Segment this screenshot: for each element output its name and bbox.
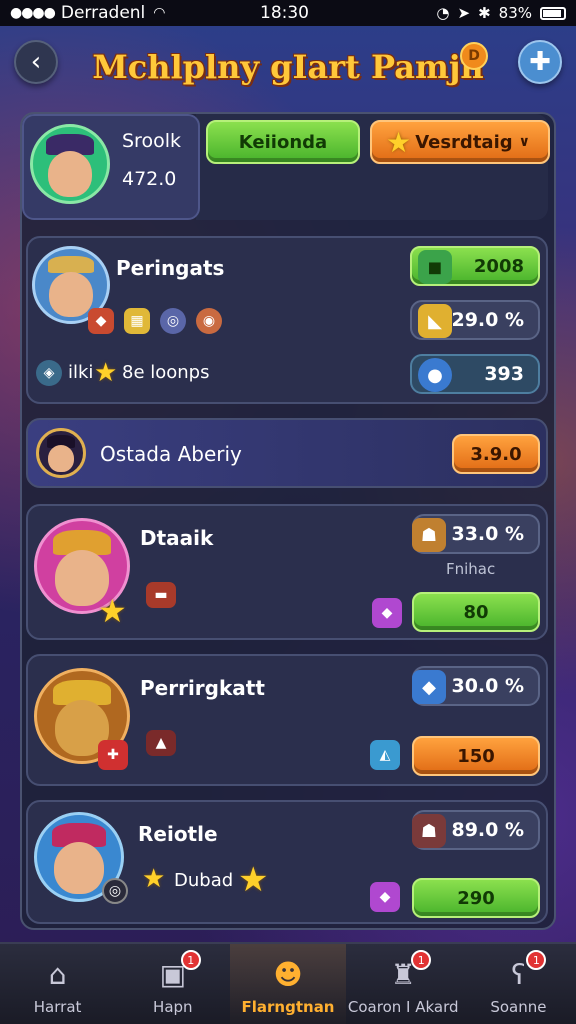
star-icon: ★ [238,860,269,900]
gem-icon: ◆ [372,598,402,628]
wifi-icon: ◠ [153,5,166,21]
crystal-icon: ◭ [370,740,400,770]
item-icon: ◆ [88,308,114,334]
page-title: Mchlplny gIart Pamjn [92,48,484,86]
share-button[interactable]: ✚ [518,40,562,84]
mask-icon: ◣ [418,304,452,338]
line-text: ilki [68,362,94,383]
nav-item-map[interactable]: ▣ 1 Hapn [115,944,230,1024]
carrier-name: Derradenl [60,3,146,23]
stat-pill-primary: 80 [412,592,540,632]
map-icon: ▣ 1 [153,950,201,992]
bear-icon: ʕ 1 [498,950,547,992]
trophy-icon: ◼ [418,250,452,284]
card-avatar [36,428,86,478]
primary-action-button[interactable]: Keiionda [206,120,360,164]
gem-icon: ◈ [36,360,62,386]
nav-item-home[interactable]: ⌂ Harrat [0,944,115,1024]
bluetooth-icon: ✱ [478,4,491,22]
stat-sublabel: Fnihac [446,560,496,578]
notification-badge: 1 [526,950,547,970]
leaderboard-card-5[interactable]: ◎ Reiotle ★ Dubad ★ ☗ 89.0 % ◆ 290 [26,800,548,924]
puzzle-icon: ✚ [529,47,551,77]
status-bar: ●●●● Derradenl ◠ 18:30 ◔ ➤ ✱ 83% [0,0,576,26]
chest-icon: ▬ [146,582,176,608]
leaderboard-card-1[interactable]: Peringats ◆ ▦ ◎ ◉ ◈ ilki ★ 8e loonps ◼ 2… [26,236,548,404]
star-icon: ★ [94,358,118,388]
star-icon: ★ [142,864,166,894]
signal-icon: ●●●● [10,5,56,21]
card-title: Peringats [116,256,225,280]
chevron-down-icon: ∨ [518,134,530,150]
gift-icon: ✚ [98,740,128,770]
badge-icon: ◎ [102,878,128,904]
secondary-action-button[interactable]: ★ Vesrdtaig ∨ [370,120,550,164]
stat-pill-percent: ☗ 89.0 % [412,810,540,850]
stat-pill-primary: ◼ 2008 [410,246,540,286]
player-score: 472.0 [122,168,177,190]
line-text-2: 8e loonps [122,362,210,383]
line-text: Dubad [174,870,234,891]
chest-icon: ▲ [146,730,176,756]
card-title: Perrirgkatt [140,676,265,700]
card-title: Reiotle [138,822,218,846]
stat-pill-primary: 290 [412,878,540,918]
battery-icon [540,6,566,20]
nav-item-robot[interactable]: ♜ 1 Coaron I Akard [346,944,461,1024]
notification-badge: 1 [411,950,432,970]
leaderboard-card-3[interactable]: ★ Dtaaik ▬ ☗ 33.0 % Fnihac ◆ 80 [26,504,548,640]
stat-pill-percent: ◣ 29.0 % [410,300,540,340]
notification-badge: 1 [180,950,201,970]
star-icon: ★ [98,592,127,630]
shield-icon: ◉ [196,308,222,334]
creature-icon: ☗ [412,814,446,848]
header: ‹ Mchlplny gIart Pamjn D ✚ [0,34,576,94]
orb-icon: ● [418,358,452,392]
coin-icon: D [460,42,488,70]
creature-icon: ◆ [412,670,446,704]
leaderboard-card-4[interactable]: ✚ Perrirgkatt ▲ ◆ 30.0 % ◭ 150 [26,654,548,786]
alarm-icon: ◔ [436,4,450,22]
star-icon: ★ [386,126,412,159]
robot-icon: ♜ 1 [383,950,432,992]
bottom-nav: ⌂ Harrat ▣ 1 Hapn ☻ Flarngtnan ♜ 1 Coaro… [0,942,576,1024]
clock: 18:30 [260,3,309,23]
score-badge: 3.9.0 [452,434,540,474]
orb-icon: ◎ [160,308,186,334]
gem-icon: ◆ [370,882,400,912]
nav-item-heroes[interactable]: ☻ Flarngtnan [230,944,346,1024]
player-name: Sroolk [122,130,181,152]
battery-percent: 83% [498,4,532,22]
card-title: Dtaaik [140,526,214,550]
leaderboard-card-2[interactable]: Ostada Aberiy 3.9.0 [26,418,548,488]
location-icon: ➤ [457,4,471,22]
player-profile[interactable]: Sroolk 472.0 [22,114,200,220]
card-title: Ostada Aberiy [100,442,242,466]
stat-pill-orange: 150 [412,736,540,776]
player-avatar [30,124,110,204]
character-icon: ☗ [412,518,446,552]
home-icon: ⌂ [48,957,67,991]
stat-pill-percent: ☗ 33.0 % [412,514,540,554]
nav-item-bear[interactable]: ʕ 1 Soanne [461,944,576,1024]
chest-icon: ▦ [124,308,150,334]
stat-pill-percent: ◆ 30.0 % [412,666,540,706]
stat-pill-secondary: ● 393 [410,354,540,394]
hero-icon: ☻ [273,957,303,991]
